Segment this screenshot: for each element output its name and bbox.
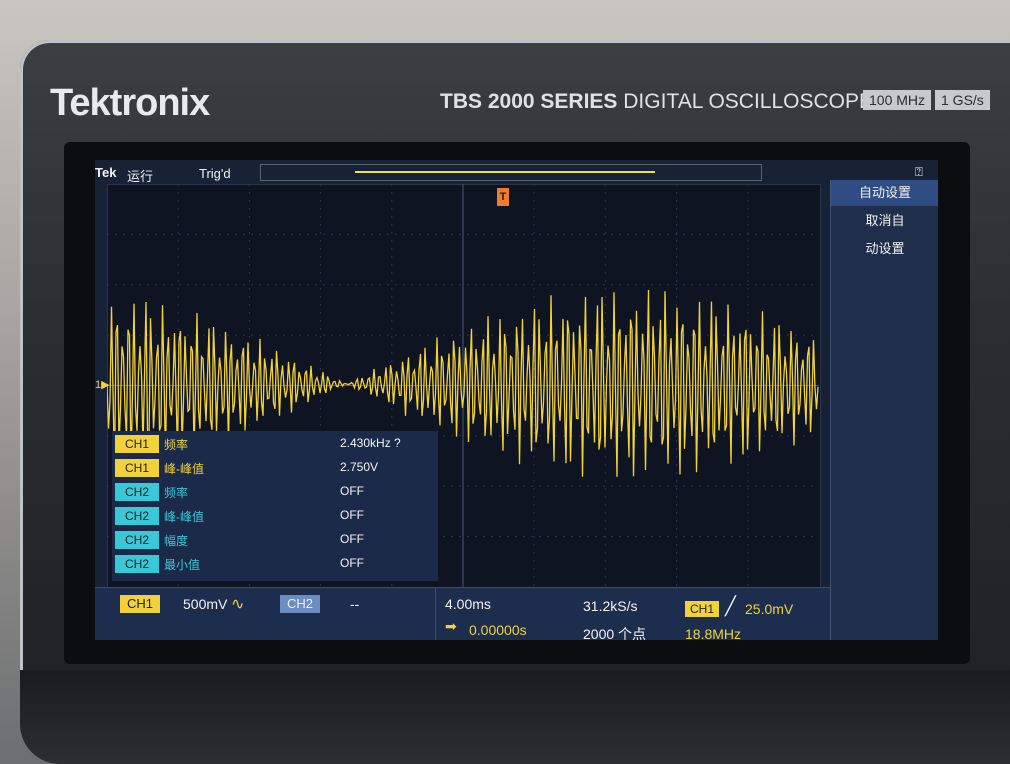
measurement-row: CH1 频率 2.430kHz ? xyxy=(112,433,438,457)
bottom-readout-bar: CH1 500mV ∿ CH2 -- 4.00ms ➡ 0.00000s 31.… xyxy=(95,587,830,640)
measurement-row: CH2 峰-峰值 OFF xyxy=(112,505,438,529)
run-status: 运行 xyxy=(127,169,154,184)
tek-logo: Tek xyxy=(95,165,117,180)
measurement-value: OFF xyxy=(340,556,364,570)
measurement-channel-tag: CH2 xyxy=(115,531,159,549)
measurement-name: 峰-峰值 xyxy=(164,510,204,524)
model-series-name: TBS 2000 SERIES xyxy=(440,90,618,113)
measurement-row: CH2 最小值 OFF xyxy=(112,553,438,577)
model-series: TBS 2000 SERIES DIGITAL OSCILLOSCOPE xyxy=(440,90,873,114)
instrument-base xyxy=(20,670,1010,764)
sample-rate-badge: 1 GS/s xyxy=(935,90,990,110)
ch2-button[interactable]: CH2 xyxy=(280,595,320,613)
trigger-frequency: 18.8MHz xyxy=(685,626,742,640)
measurement-name: 频率 xyxy=(164,486,189,500)
sample-rate: 31.2kS/s xyxy=(583,598,638,614)
measurement-channel-tag: CH2 xyxy=(115,483,159,501)
horizontal-position-icon: ➡ xyxy=(445,618,457,634)
measurement-name: 最小值 xyxy=(164,558,201,572)
measurement-row: CH2 频率 OFF xyxy=(112,481,438,505)
measurement-value: 2.750V xyxy=(340,460,379,474)
measurement-value: OFF xyxy=(340,484,364,498)
menu-autoset[interactable]: 自动设置 xyxy=(831,180,938,206)
measurement-name: 幅度 xyxy=(164,534,189,548)
menu-cancel-autoset-line2[interactable]: 动设置 xyxy=(831,236,938,262)
question-circle-icon[interactable]: ⍰ xyxy=(915,164,923,180)
measurement-panel: CH1 频率 2.430kHz ? CH1 峰-峰值 2.750V CH2 频率 OFF CH2 峰… xyxy=(112,431,438,581)
measurement-channel-tag: CH2 xyxy=(115,507,159,525)
side-menu: 自动设置 取消自 动设置 xyxy=(830,180,938,640)
trigger-level: 25.0mV xyxy=(745,601,794,617)
measurement-value: 2.430kHz ? xyxy=(340,436,401,450)
measurement-channel-tag: CH1 xyxy=(115,435,159,453)
status-bar: Tek 运行 Trig'd ⍰ xyxy=(95,160,938,184)
brand-logo: Tektronix xyxy=(50,82,210,124)
ch2-scale: -- xyxy=(350,596,360,612)
record-length: 2000 个点 xyxy=(583,626,647,640)
trigger-source[interactable]: CH1 xyxy=(685,601,719,617)
measurement-channel-tag: CH2 xyxy=(115,555,159,573)
separator xyxy=(435,588,436,640)
scope-screen: Tek 运行 Trig'd ⍰ 1▶ T CH1 频率 2.430kHz ? CH1 峰… xyxy=(95,160,938,640)
timebase: 4.00ms xyxy=(445,596,491,612)
bandwidth-badge: 100 MHz xyxy=(863,90,932,110)
measurement-channel-tag: CH1 xyxy=(115,459,159,477)
measurement-row: CH2 幅度 OFF xyxy=(112,529,438,553)
ch1-ground-marker[interactable]: 1▶ xyxy=(95,378,110,391)
measurement-name: 峰-峰值 xyxy=(164,462,204,476)
horizontal-position: 0.00000s xyxy=(469,622,527,638)
model-description: DIGITAL OSCILLOSCOPE xyxy=(623,90,873,113)
measurement-row: CH1 峰-峰值 2.750V xyxy=(112,457,438,481)
measurement-name: 频率 xyxy=(164,438,189,452)
ch1-scale: 500mV xyxy=(183,596,228,612)
ac-coupling-icon: ∿ xyxy=(231,596,245,613)
menu-cancel-autoset-line1[interactable]: 取消自 xyxy=(831,208,938,234)
ch1-button[interactable]: CH1 xyxy=(120,595,160,613)
rising-edge-icon: ╱ xyxy=(725,596,736,616)
record-window xyxy=(355,171,655,173)
trigger-status: Trig'd xyxy=(199,166,231,181)
measurement-value: OFF xyxy=(340,508,364,522)
trigger-position-marker[interactable]: T xyxy=(497,188,509,206)
measurement-value: OFF xyxy=(340,532,364,546)
